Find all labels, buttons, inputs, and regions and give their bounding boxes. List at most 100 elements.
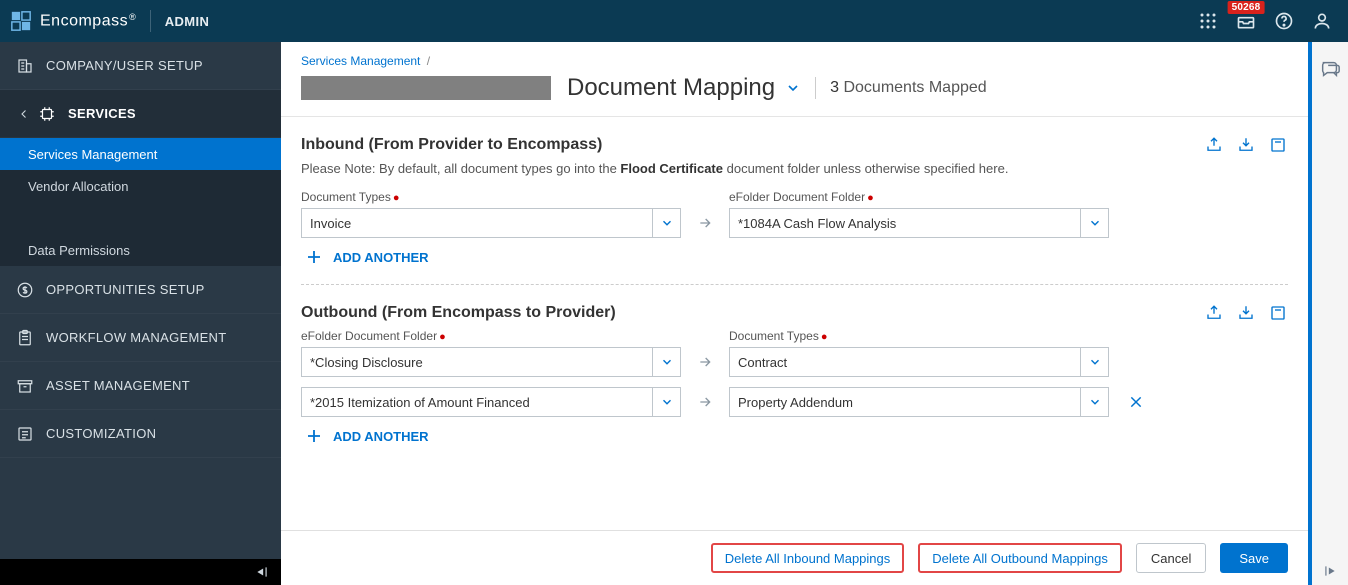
chevron-down-icon[interactable] bbox=[652, 388, 680, 416]
outbound-row: *2015 Itemization of Amount Financed Pro… bbox=[301, 387, 1288, 417]
redacted-block bbox=[301, 76, 551, 100]
sidebar-item-label: Data Permissions bbox=[28, 243, 130, 258]
sidebar-item-label: CUSTOMIZATION bbox=[46, 426, 156, 441]
sidebar-sub-services-management[interactable]: Services Management bbox=[0, 138, 281, 170]
export-icon[interactable] bbox=[1204, 303, 1224, 323]
breadcrumb-sep: / bbox=[427, 54, 430, 68]
select-value: Property Addendum bbox=[730, 388, 1080, 416]
brand-logo-icon bbox=[10, 10, 32, 32]
inbound-doctype-select[interactable]: Invoice bbox=[301, 208, 681, 238]
sidebar-item-services[interactable]: SERVICES bbox=[0, 90, 281, 138]
title-dropdown-icon[interactable] bbox=[785, 80, 801, 96]
expand-rail-icon[interactable] bbox=[1319, 560, 1341, 582]
footer-bar: Delete All Inbound Mappings Delete All O… bbox=[281, 530, 1308, 585]
chat-icon[interactable] bbox=[1319, 58, 1341, 80]
plus-icon bbox=[305, 248, 323, 266]
page-title: Document Mapping bbox=[567, 74, 775, 102]
select-value: *Closing Disclosure bbox=[302, 348, 652, 376]
plus-icon bbox=[305, 427, 323, 445]
inbound-row: Document Types● Invoice eFolder Document… bbox=[301, 190, 1288, 238]
divider bbox=[815, 77, 816, 99]
arrow-right-icon bbox=[693, 347, 717, 377]
dollar-circle-icon bbox=[14, 281, 36, 299]
sidebar-sub-data-permissions[interactable]: Data Permissions bbox=[0, 234, 281, 266]
note-icon[interactable] bbox=[1268, 135, 1288, 155]
chevron-down-icon[interactable] bbox=[1080, 348, 1108, 376]
sidebar-item-label: SERVICES bbox=[68, 106, 136, 121]
page-title-row: Document Mapping 3 Documents Mapped bbox=[281, 74, 1308, 117]
import-icon[interactable] bbox=[1236, 303, 1256, 323]
select-value: Contract bbox=[730, 348, 1080, 376]
delete-outbound-button[interactable]: Delete All Outbound Mappings bbox=[918, 543, 1122, 573]
import-icon[interactable] bbox=[1236, 135, 1256, 155]
mode-label: ADMIN bbox=[165, 14, 210, 29]
breadcrumb-root[interactable]: Services Management bbox=[301, 54, 420, 68]
add-label: ADD ANOTHER bbox=[333, 429, 429, 444]
outbound-folder-select[interactable]: *Closing Disclosure bbox=[301, 347, 681, 377]
sidebar-item-label: Vendor Allocation bbox=[28, 179, 128, 194]
sidebar-item-customization[interactable]: CUSTOMIZATION bbox=[0, 410, 281, 458]
export-icon[interactable] bbox=[1204, 135, 1224, 155]
cancel-button[interactable]: Cancel bbox=[1136, 543, 1206, 573]
top-bar: Encompass® ADMIN 50268 bbox=[0, 0, 1348, 42]
outbound-row: eFolder Document Folder● *Closing Disclo… bbox=[301, 329, 1288, 377]
inbound-right-label: eFolder Document Folder● bbox=[729, 190, 1109, 204]
save-button[interactable]: Save bbox=[1220, 543, 1288, 573]
sidebar-item-company-user-setup[interactable]: COMPANY/USER SETUP bbox=[0, 42, 281, 90]
mapped-count: 3 Documents Mapped bbox=[830, 79, 987, 97]
divider bbox=[150, 10, 151, 32]
remove-row-icon[interactable] bbox=[1125, 387, 1147, 417]
inbound-note: Please Note: By default, all document ty… bbox=[301, 161, 1288, 176]
select-value: *1084A Cash Flow Analysis bbox=[730, 209, 1080, 237]
inbound-title: Inbound (From Provider to Encompass) bbox=[301, 136, 1204, 154]
outbound-right-label: Document Types● bbox=[729, 329, 1109, 343]
chevron-down-icon[interactable] bbox=[652, 209, 680, 237]
sidebar-item-label: OPPORTUNITIES SETUP bbox=[46, 282, 205, 297]
inbound-add-another[interactable]: ADD ANOTHER bbox=[301, 248, 1288, 266]
sidebar-item-label: COMPANY/USER SETUP bbox=[46, 58, 203, 73]
outbound-left-label: eFolder Document Folder● bbox=[301, 329, 681, 343]
user-icon[interactable] bbox=[1312, 11, 1332, 31]
add-label: ADD ANOTHER bbox=[333, 250, 429, 265]
arrow-right-icon bbox=[693, 208, 717, 238]
sidebar-item-workflow-management[interactable]: WORKFLOW MANAGEMENT bbox=[0, 314, 281, 362]
sidebar-item-label: WORKFLOW MANAGEMENT bbox=[46, 330, 226, 345]
select-value: *2015 Itemization of Amount Financed bbox=[302, 388, 652, 416]
clipboard-icon bbox=[14, 329, 36, 347]
inbound-left-label: Document Types● bbox=[301, 190, 681, 204]
delete-inbound-button[interactable]: Delete All Inbound Mappings bbox=[711, 543, 905, 573]
sidebar-sub-vendor-allocation[interactable]: Vendor Allocation bbox=[0, 170, 281, 202]
sidebar-item-opportunities-setup[interactable]: OPPORTUNITIES SETUP bbox=[0, 266, 281, 314]
outbound-doctype-select[interactable]: Property Addendum bbox=[729, 387, 1109, 417]
apps-grid-icon[interactable] bbox=[1198, 11, 1218, 31]
sidebar-item-label: ASSET MANAGEMENT bbox=[46, 378, 190, 393]
note-icon[interactable] bbox=[1268, 303, 1288, 323]
archive-icon bbox=[14, 377, 36, 395]
collapse-sidebar-icon[interactable] bbox=[253, 565, 271, 579]
help-icon[interactable] bbox=[1274, 11, 1294, 31]
main-content: Services Management / Document Mapping 3… bbox=[281, 42, 1312, 585]
sidebar-item-asset-management[interactable]: ASSET MANAGEMENT bbox=[0, 362, 281, 410]
sidebar-footer bbox=[0, 559, 281, 585]
outbound-folder-select[interactable]: *2015 Itemization of Amount Financed bbox=[301, 387, 681, 417]
outbound-doctype-select[interactable]: Contract bbox=[729, 347, 1109, 377]
inbound-folder-select[interactable]: *1084A Cash Flow Analysis bbox=[729, 208, 1109, 238]
sidebar-item-label: Services Management bbox=[28, 147, 157, 162]
chevron-down-icon[interactable] bbox=[652, 348, 680, 376]
select-value: Invoice bbox=[302, 209, 652, 237]
outbound-add-another[interactable]: ADD ANOTHER bbox=[301, 427, 1288, 445]
arrow-right-icon bbox=[693, 387, 717, 417]
inbox-icon[interactable]: 50268 bbox=[1236, 11, 1256, 31]
notification-badge: 50268 bbox=[1228, 1, 1265, 14]
chevron-left-icon bbox=[18, 108, 30, 120]
list-icon bbox=[14, 425, 36, 443]
building-icon bbox=[14, 57, 36, 75]
chip-icon bbox=[36, 105, 58, 123]
chevron-down-icon[interactable] bbox=[1080, 209, 1108, 237]
sidebar-sub-hidden[interactable] bbox=[0, 202, 281, 234]
services-submenu: Services Management Vendor Allocation Da… bbox=[0, 138, 281, 266]
right-rail bbox=[1312, 42, 1348, 585]
chevron-down-icon[interactable] bbox=[1080, 388, 1108, 416]
sidebar: COMPANY/USER SETUP SERVICES Services Man… bbox=[0, 42, 281, 585]
outbound-title: Outbound (From Encompass to Provider) bbox=[301, 304, 1204, 322]
